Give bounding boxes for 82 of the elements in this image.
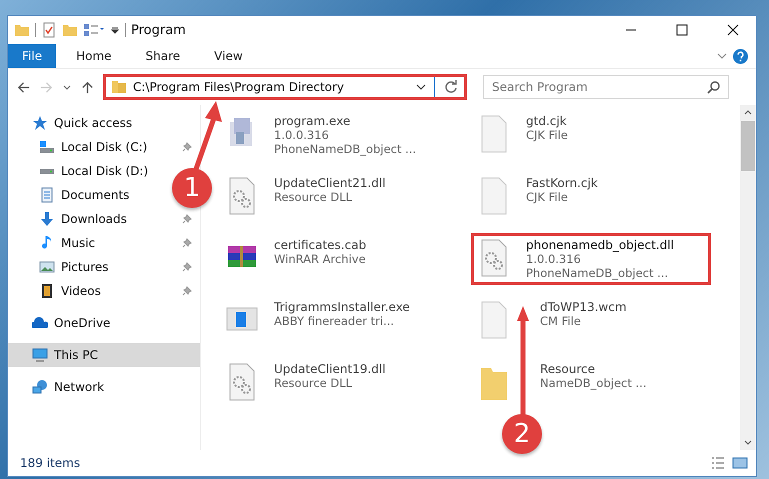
file-detail: 1.0.0.316	[274, 128, 330, 142]
sidebar-item[interactable]: Downloads	[8, 207, 158, 231]
pin-icon[interactable]	[182, 286, 192, 296]
ribbon-tab[interactable]: File	[8, 44, 56, 68]
file-detail: 1.0.0.316	[526, 252, 582, 266]
view-icon[interactable]	[83, 22, 105, 38]
network-icon	[32, 379, 48, 395]
file-item[interactable]: dToWP13.wcm CM File	[471, 295, 711, 345]
document-icon	[39, 187, 55, 203]
properties-icon[interactable]	[41, 22, 57, 38]
large-icons-view-icon[interactable]	[732, 455, 748, 471]
film-icon	[39, 283, 55, 299]
address-path: C:\Program Files\Program Directory	[133, 80, 346, 94]
details-view-icon[interactable]	[710, 455, 726, 471]
sidebar-item[interactable]: Videos	[8, 279, 158, 303]
window-title: Program	[131, 22, 186, 38]
up-arrow-icon[interactable]	[80, 80, 95, 94]
sidebar-item[interactable]: Quick access	[8, 111, 200, 135]
ribbon-tab[interactable]: View	[200, 44, 257, 68]
file-name: TrigrammsInstaller.exe	[274, 300, 410, 314]
folder-icon	[111, 79, 127, 95]
pin-icon[interactable]	[182, 238, 192, 248]
sidebar-item[interactable]: This PC	[8, 343, 200, 367]
dropdown-icon[interactable]	[110, 25, 120, 35]
file-item[interactable]: certificates.cab WinRAR Archive	[219, 233, 471, 283]
file-item[interactable]: UpdateClient21.dll Resource DLL	[219, 171, 471, 221]
file-detail: PhoneNameDB_object ...	[274, 142, 416, 156]
file-item[interactable]: phonenamedb_object.dll 1.0.0.316 PhoneNameDB_object ...	[471, 233, 711, 285]
help-icon[interactable]	[733, 48, 748, 64]
pin-icon[interactable]	[182, 142, 192, 152]
file-detail: NameDB_object ...	[540, 376, 646, 390]
drive-icon	[39, 139, 55, 155]
down-arrow-icon	[39, 211, 55, 227]
file-name: UpdateClient19.dll	[274, 362, 386, 376]
pin-icon[interactable]	[182, 214, 192, 224]
file-detail: Resource DLL	[274, 190, 354, 204]
file-name: UpdateClient21.dll	[274, 176, 386, 190]
ribbon-tab[interactable]: Share	[132, 44, 194, 68]
sidebar-item[interactable]: Documents	[8, 183, 158, 207]
sidebar-item[interactable]: Music	[8, 231, 158, 255]
file-name: Resource	[540, 362, 596, 376]
search-icon[interactable]	[706, 79, 722, 95]
back-arrow-icon[interactable]	[16, 80, 31, 94]
sidebar-item[interactable]: OneDrive	[8, 311, 200, 335]
ribbon-tab[interactable]: Home	[62, 44, 126, 68]
file-name: FastKorn.cjk	[526, 176, 598, 190]
sidebar-item[interactable]: Local Disk (D:)	[8, 159, 158, 183]
cloud-icon	[32, 315, 48, 331]
file-name: program.exe	[274, 114, 352, 128]
file-item[interactable]: Resource NameDB_object ...	[471, 357, 711, 407]
file-detail: WinRAR Archive	[274, 252, 366, 266]
sidebar-item[interactable]: Network	[8, 375, 200, 399]
file-detail: ABBY finereader tri...	[274, 314, 396, 328]
file-name: certificates.cab	[274, 238, 366, 252]
file-detail: Resource DLL	[274, 376, 354, 390]
pin-icon[interactable]	[182, 262, 192, 272]
chevron-icon[interactable]	[416, 82, 426, 92]
refresh-icon[interactable]	[443, 79, 459, 95]
scroll-thumb[interactable]	[741, 121, 755, 171]
file-detail: CJK File	[526, 190, 569, 204]
file-detail: CM File	[540, 314, 582, 328]
file-detail: CJK File	[526, 128, 568, 142]
file-item[interactable]: FastKorn.cjk CJK File	[471, 171, 711, 221]
file-name: gtd.cjk	[526, 114, 568, 128]
monitor-icon	[32, 347, 48, 363]
address-bar[interactable]: C:\Program Files\Program Directory	[103, 74, 467, 100]
star-icon	[32, 115, 48, 131]
file-name: phonenamedb_object.dll	[526, 238, 674, 252]
search-field[interactable]: Search Program	[483, 75, 729, 99]
sidebar-item[interactable]: Local Disk (C:)	[8, 135, 158, 159]
file-item[interactable]: program.exe 1.0.0.316 PhoneNameDB_object ...	[219, 109, 471, 161]
scrollbar[interactable]	[740, 105, 756, 450]
file-item[interactable]: gtd.cjk CJK File	[471, 109, 711, 159]
folder-icon	[14, 22, 30, 38]
file-item[interactable]: UpdateClient19.dll Resource DLL	[219, 357, 471, 407]
file-detail: PhoneNameDB_object ...	[526, 266, 670, 280]
sidebar-item[interactable]: Pictures	[8, 255, 158, 279]
file-item[interactable]: TrigrammsInstaller.exe ABBY finereader tri...	[219, 295, 471, 345]
item-count: 189 items	[20, 456, 80, 470]
drive-icon	[39, 168, 55, 174]
picture-icon	[39, 259, 55, 275]
file-name: dToWP13.wcm	[540, 300, 627, 314]
